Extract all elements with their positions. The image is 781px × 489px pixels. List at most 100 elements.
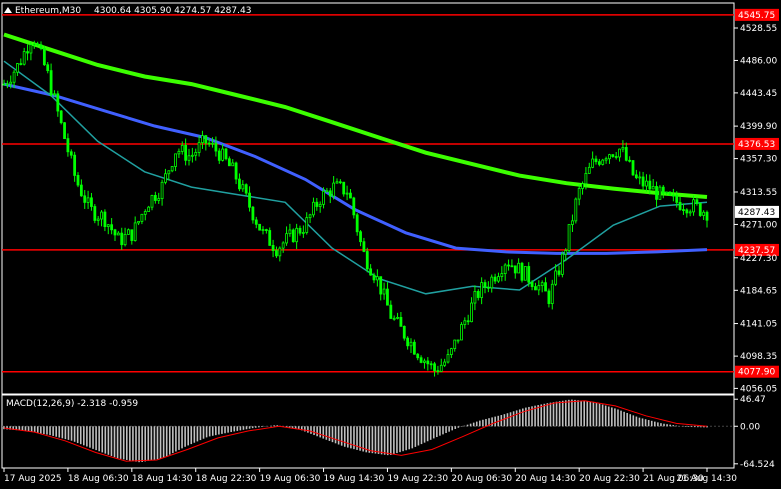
- candle-body: [412, 341, 416, 355]
- candle-body: [16, 63, 19, 73]
- candle-body: [399, 317, 403, 327]
- candle-body: [164, 173, 167, 183]
- ethereum-m30-chart[interactable]: Ethereum,M30 4300.64 4305.90 4274.57 428…: [0, 0, 781, 489]
- candle-body: [355, 214, 359, 233]
- candle-body: [83, 195, 87, 203]
- candle-body: [335, 181, 339, 184]
- candle-body: [328, 190, 332, 197]
- candle-body: [540, 282, 544, 286]
- time-tick-label: 19 Aug 14:30: [324, 474, 385, 484]
- candle-body: [500, 273, 504, 278]
- candle-body: [671, 194, 675, 197]
- candle-body: [517, 262, 521, 274]
- candle-body: [419, 357, 423, 363]
- candle-body: [345, 192, 349, 195]
- candle-body: [453, 339, 457, 350]
- price-tick-label: 4184.65: [740, 286, 777, 296]
- macd-tick-label: 46.47: [740, 395, 766, 405]
- candle-body: [291, 229, 295, 243]
- candle-body: [449, 348, 453, 355]
- candle-body: [537, 285, 541, 291]
- candle-body: [507, 264, 510, 267]
- candle-body: [544, 282, 547, 292]
- candle-body: [214, 142, 218, 152]
- candle-body: [402, 325, 406, 339]
- candle-body: [261, 229, 265, 231]
- candle-body: [278, 247, 282, 257]
- candle-body: [624, 147, 628, 161]
- candle-body: [100, 211, 103, 220]
- time-tick-label: 18 Aug 06:30: [68, 474, 129, 484]
- candle-body: [534, 286, 537, 291]
- candle-body: [443, 361, 447, 366]
- candle-body: [634, 174, 638, 179]
- candle-body: [668, 191, 672, 196]
- candle-body: [116, 232, 120, 236]
- candle-body: [201, 135, 204, 144]
- time-tick-label: 19 Aug 06:30: [260, 474, 321, 484]
- candle-body: [157, 198, 161, 201]
- candle-body: [658, 186, 662, 200]
- candle-body: [248, 192, 251, 208]
- candle-body: [527, 266, 531, 283]
- candle-body: [32, 43, 36, 46]
- candle-body: [76, 175, 80, 186]
- candle-body: [661, 186, 665, 194]
- candle-body: [180, 144, 184, 152]
- candle-body: [194, 152, 198, 156]
- candle-body: [486, 286, 490, 289]
- candle-body: [318, 203, 322, 207]
- price-tick-label: 4443.45: [740, 89, 777, 99]
- candle-body: [386, 288, 389, 306]
- candle-body: [281, 242, 285, 249]
- candle-body: [93, 206, 97, 221]
- candle-body: [231, 162, 235, 167]
- candle-body: [423, 360, 426, 363]
- candle-body: [614, 156, 618, 158]
- macd-tick-label: 0.00: [740, 422, 760, 432]
- candle-body: [456, 339, 460, 342]
- candle-body: [439, 364, 443, 372]
- candle-body: [29, 44, 33, 54]
- candle-body: [406, 337, 410, 347]
- price-tick-label: 4313.55: [740, 188, 777, 198]
- candle-body: [308, 214, 312, 219]
- candle-body: [217, 150, 221, 161]
- candle-body: [591, 158, 595, 168]
- price-tick-label: 4141.05: [740, 320, 777, 330]
- candle-body: [372, 274, 376, 281]
- candle-body: [332, 182, 336, 197]
- price-tick-label: 4271.00: [740, 220, 777, 230]
- price-tick-label: 4227.30: [740, 254, 777, 264]
- candle-body: [513, 265, 517, 274]
- candle-body: [268, 230, 272, 246]
- candle-body: [187, 155, 191, 161]
- candle-body: [433, 363, 436, 371]
- candle-body: [137, 220, 140, 224]
- candle-body: [557, 270, 561, 275]
- candle-body: [19, 63, 23, 65]
- candle-body: [241, 184, 245, 190]
- candle-body: [547, 290, 551, 304]
- candle-body: [254, 219, 258, 225]
- candle-body: [577, 188, 581, 200]
- candle-body: [638, 176, 642, 179]
- candle-body: [325, 190, 329, 193]
- candle-body: [46, 64, 50, 72]
- level-label: 4545.75: [738, 11, 775, 21]
- candle-body: [463, 320, 467, 325]
- candle-body: [608, 154, 611, 160]
- candle-body: [365, 251, 369, 270]
- candle-body: [264, 229, 268, 231]
- candle-body: [560, 253, 564, 275]
- candle-body: [110, 224, 114, 231]
- candle-body: [190, 154, 194, 157]
- candle-body: [238, 178, 241, 190]
- candle-body: [621, 147, 625, 150]
- candle-body: [702, 211, 706, 216]
- candle-body: [42, 48, 46, 66]
- candle-body: [682, 209, 685, 211]
- candle-body: [604, 158, 608, 161]
- candle-body: [150, 195, 154, 208]
- candle-body: [301, 232, 305, 234]
